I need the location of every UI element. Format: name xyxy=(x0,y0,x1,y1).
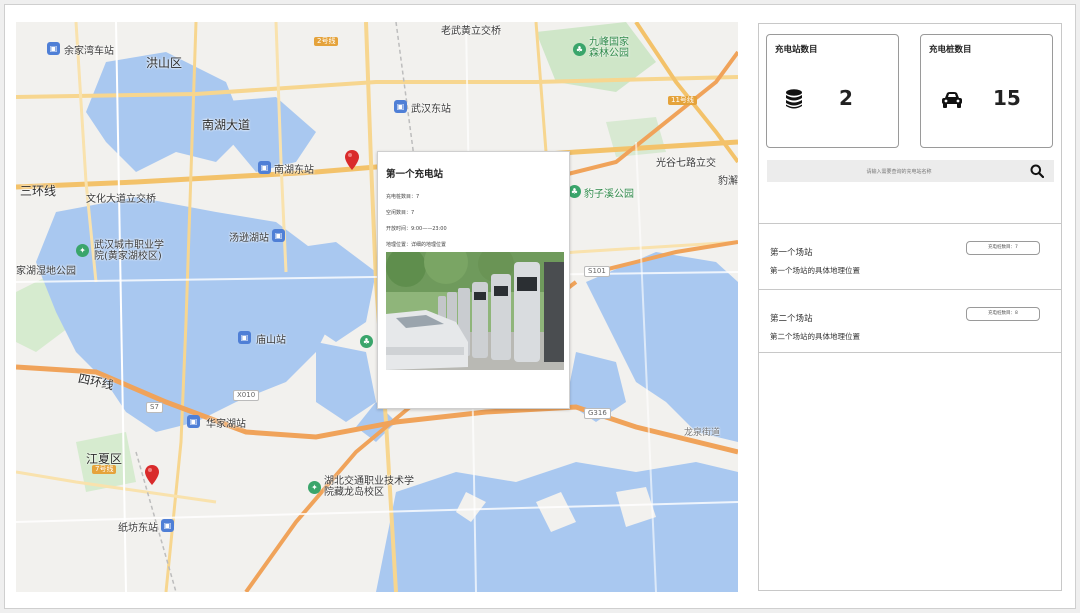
database-icon xyxy=(786,89,802,109)
station-count-title: 充电站数目 xyxy=(775,45,818,55)
search-icon[interactable] xyxy=(1030,164,1044,178)
road-badge: 2号线 xyxy=(314,37,339,46)
road-badge: S7 xyxy=(146,402,163,413)
search-input[interactable] xyxy=(767,160,1031,184)
charger-count-title: 充电桩数目 xyxy=(929,45,972,55)
charger-count-card: 充电桩数目 15 xyxy=(920,34,1053,148)
station-name: 第二个场站 xyxy=(770,314,813,324)
school-icon: ✦ xyxy=(76,244,89,257)
station-list-item[interactable]: 第二个场站 第二个场站的具体地理位置 充电桩数目：8 xyxy=(759,290,1061,354)
park-icon: ♣ xyxy=(573,43,586,56)
popup-location: 地理位置：详细的地理位置 xyxy=(386,242,447,248)
map-label-wenhua: 文化大道立交桥 xyxy=(86,194,156,205)
station-name: 第一个场站 xyxy=(770,248,813,258)
map-label-lvjiao: 龙泉街道 xyxy=(684,428,721,438)
station-icon: ▣ xyxy=(187,415,200,428)
map-label-zhifang-east: 纸坊东站 xyxy=(118,523,158,534)
station-marker-icon[interactable] xyxy=(145,465,159,485)
station-info-popup: 第一个充电站 充电桩数目：7 空闲数目：7 开放时间：9:00——23:00 地… xyxy=(377,151,570,409)
station-photo xyxy=(386,252,564,370)
station-icon: ▣ xyxy=(47,42,60,55)
map-label-wuhan-east: 武汉东站 xyxy=(411,104,451,115)
station-icon: ▣ xyxy=(272,229,285,242)
car-icon xyxy=(942,92,962,108)
popup-free-count: 空闲数目：7 xyxy=(386,210,415,216)
station-address: 第二个场站的具体地理位置 xyxy=(770,332,860,341)
divider xyxy=(759,352,1061,353)
station-marker-icon[interactable] xyxy=(345,150,359,170)
station-address: 第一个场站的具体地理位置 xyxy=(770,266,860,275)
road-badge: 7号线 xyxy=(92,465,117,474)
charger-count-value: 15 xyxy=(993,86,1021,110)
station-icon: ▣ xyxy=(394,100,407,113)
map-label-huangjiahu: 华家湖站 xyxy=(206,419,246,430)
map-label-jiaotong: 湖北交通职业技术学院藏龙岛校区 xyxy=(324,476,414,498)
station-search xyxy=(767,160,1054,184)
map-label-sanhuan: 三环线 xyxy=(20,184,57,198)
station-icon: ▣ xyxy=(161,519,174,532)
station-charger-badge: 充电桩数目：7 xyxy=(966,241,1040,255)
road-badge: G316 xyxy=(584,408,611,419)
road-badge: X010 xyxy=(233,390,260,401)
park-icon: ♣ xyxy=(360,335,373,348)
station-list-item[interactable]: 第一个场站 第一个场站的具体地理位置 充电桩数目：7 xyxy=(759,224,1061,288)
stats-panel: 充电站数目 2 充电桩数目 15 第一个场站 第一个场站的具 xyxy=(758,23,1062,591)
station-charger-badge: 充电桩数目：8 xyxy=(966,307,1040,321)
map-label-jiufeng: 九峰国家森林公园 xyxy=(589,37,629,59)
map-label-laowu: 老武黄立交桥 xyxy=(441,26,501,37)
popup-title: 第一个充电站 xyxy=(386,169,444,180)
map-label-baozi: 豹子溪公园 xyxy=(584,189,634,200)
map-label-hongshan: 洪山区 xyxy=(146,56,183,70)
map-label-jiuxi: 豹澥 xyxy=(718,176,738,187)
station-icon: ▣ xyxy=(238,331,251,344)
station-icon: ▣ xyxy=(258,161,271,174)
popup-open-hours: 开放时间：9:00——23:00 xyxy=(386,226,447,232)
road-badge: S101 xyxy=(584,266,610,277)
map-label-nanhu: 南湖大道 xyxy=(202,118,251,132)
map-label-huaxinglu: 光谷七路立交 xyxy=(656,158,716,169)
map-label-zhiye: 武汉城市职业学院(黄家湖校区) xyxy=(94,240,164,262)
road-badge: 11号线 xyxy=(668,96,697,105)
popup-charger-count: 充电桩数目：7 xyxy=(386,194,420,200)
station-count-value: 2 xyxy=(839,86,853,110)
station-count-card: 充电站数目 2 xyxy=(766,34,899,148)
map-label-jiahu: 家湖湿地公园 xyxy=(16,266,76,277)
school-icon: ✦ xyxy=(308,481,321,494)
map-label-miaoshan: 庙山站 xyxy=(256,335,286,346)
map-label-nanhu-east: 南湖东站 xyxy=(274,165,314,176)
map-label-yujiawan: 余家湾车站 xyxy=(64,46,114,57)
map-label-tanghu: 汤逊湖站 xyxy=(229,233,269,244)
